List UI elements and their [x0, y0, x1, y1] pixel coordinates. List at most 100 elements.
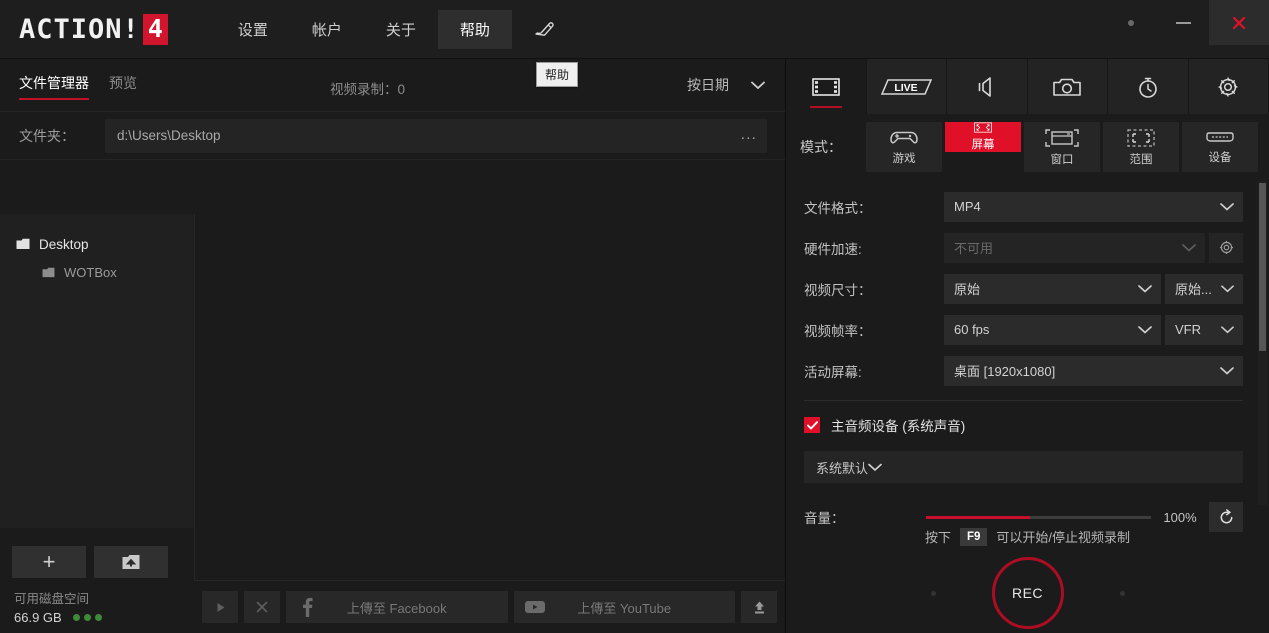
framerate-mode-select[interactable]: VFR: [1165, 315, 1243, 345]
audio-enable-checkbox[interactable]: [804, 417, 820, 433]
video-size-secondary-value: 原始...: [1175, 279, 1212, 298]
nav-settings[interactable]: 设置: [216, 10, 290, 49]
folder-label: 文件夹：: [19, 126, 97, 146]
mode-screen-label: 屏幕: [972, 136, 995, 152]
audio-section: 主音频设备 (系统声音) 系统默认 音量： 100%: [786, 401, 1269, 532]
tab-screenshot[interactable]: [1028, 59, 1109, 114]
folder-icon: [16, 238, 30, 250]
file-format-value: MP4: [954, 199, 981, 214]
tab-settings[interactable]: [1189, 59, 1269, 114]
recorder-settings-panel: LIVE: [785, 59, 1269, 633]
folder-browse-button[interactable]: ...: [741, 126, 757, 144]
minimize-icon: [1176, 22, 1191, 24]
close-icon: [255, 600, 269, 614]
setting-row-active-screen: 活动屏幕: 桌面 [1920x1080]: [804, 350, 1243, 391]
hotkey-hint-suffix: 可以开始/停止视频录制: [996, 527, 1130, 546]
minimize-button[interactable]: [1157, 0, 1209, 45]
video-size-value: 原始: [954, 279, 980, 298]
check-icon: [807, 421, 818, 430]
hardware-accel-settings-button[interactable]: [1209, 233, 1243, 263]
audio-enable-label: 主音频设备 (系统声音): [831, 415, 965, 435]
status-dot: [73, 614, 80, 621]
tab-live[interactable]: LIVE: [867, 59, 948, 114]
logo-text: ACTION!: [19, 14, 140, 45]
setting-row-video-size: 视频尺寸： 原始 原始...: [804, 268, 1243, 309]
tab-timer[interactable]: [1108, 59, 1189, 114]
camera-icon: [1052, 75, 1082, 99]
tab-file-manager[interactable]: 文件管理器: [19, 73, 89, 97]
hotkey-key: F9: [960, 528, 987, 546]
mode-screen-button[interactable]: 屏幕: [945, 122, 1021, 152]
app-logo: ACTION! 4: [19, 12, 168, 46]
framerate-label: 视频帧率：: [804, 320, 944, 340]
main-nav: 设置 帐户 关于 帮助: [216, 9, 566, 49]
pen-icon[interactable]: [524, 13, 566, 45]
window-settings-dot-button[interactable]: [1105, 0, 1157, 45]
close-button[interactable]: [1209, 0, 1269, 45]
active-screen-select[interactable]: 桌面 [1920x1080]: [944, 356, 1243, 386]
film-icon: [811, 76, 841, 98]
tree-item-wotbox[interactable]: WOTBox: [0, 258, 194, 286]
setting-row-hardware-accel: 硬件加速: 不可用: [804, 227, 1243, 268]
open-folder-button[interactable]: [94, 546, 168, 578]
upload-youtube-button[interactable]: 上傳至 YouTube: [514, 591, 736, 623]
chevron-down-icon: [1221, 281, 1234, 296]
tree-item-desktop[interactable]: Desktop: [0, 230, 194, 258]
tab-preview[interactable]: 预览: [109, 73, 137, 97]
framerate-value: 60 fps: [954, 322, 989, 337]
delete-button[interactable]: [244, 591, 280, 623]
settings-scrollbar[interactable]: [1258, 181, 1267, 505]
file-list-area[interactable]: [194, 214, 785, 580]
record-button[interactable]: REC: [992, 557, 1064, 629]
mode-device-button[interactable]: 设备: [1182, 122, 1258, 172]
audio-device-select[interactable]: 系统默认: [804, 451, 1243, 483]
status-dot: [84, 614, 91, 621]
add-folder-button[interactable]: +: [12, 546, 86, 578]
file-format-select[interactable]: MP4: [944, 192, 1243, 222]
hardware-accel-select: 不可用: [944, 233, 1205, 263]
framerate-mode-value: VFR: [1175, 322, 1201, 337]
framerate-select[interactable]: 60 fps: [944, 315, 1161, 345]
active-screen-value: 桌面 [1920x1080]: [954, 361, 1055, 380]
mode-window-button[interactable]: 窗口: [1024, 122, 1100, 172]
disk-status-dots: [73, 614, 102, 621]
tab-audio[interactable]: [947, 59, 1028, 114]
folder-tree: Desktop WOTBox: [0, 214, 194, 528]
tree-item-label: WOTBox: [64, 265, 117, 280]
tab-video[interactable]: [786, 59, 867, 114]
folder-path-input[interactable]: d:\Users\Desktop: [105, 119, 767, 153]
chevron-down-icon: [1220, 363, 1234, 378]
export-button[interactable]: [741, 591, 777, 623]
video-size-secondary-select[interactable]: 原始...: [1165, 274, 1243, 304]
recorder-tabs: LIVE: [786, 59, 1269, 114]
svg-text:LIVE: LIVE: [895, 82, 918, 94]
status-dot: [95, 614, 102, 621]
record-left-dot: [931, 591, 936, 596]
mode-game-button[interactable]: 游戏: [866, 122, 942, 172]
plus-icon: +: [43, 551, 56, 573]
hotkey-hint-prefix: 按下: [925, 527, 951, 546]
nav-help[interactable]: 帮助: [438, 10, 512, 49]
nav-about[interactable]: 关于: [364, 10, 438, 49]
chevron-down-icon: [1182, 240, 1196, 255]
upload-facebook-button[interactable]: 上傳至 Facebook: [286, 591, 508, 623]
sort-dropdown[interactable]: 按日期: [687, 75, 765, 95]
fullscreen-icon: [966, 122, 1000, 133]
nav-account[interactable]: 帐户: [290, 10, 364, 49]
mode-game-label: 游戏: [893, 150, 916, 166]
scrollbar-thumb[interactable]: [1259, 183, 1266, 351]
hardware-accel-label: 硬件加速:: [804, 238, 944, 258]
capture-mode-label: 模式：: [800, 137, 866, 157]
record-right-dot: [1120, 591, 1125, 596]
folder-icon: [42, 267, 55, 278]
folder-up-icon: [121, 553, 141, 571]
file-actions-bar: 上傳至 Facebook 上傳至 YouTube: [194, 580, 785, 633]
video-size-select[interactable]: 原始: [944, 274, 1161, 304]
disk-space-label: 可用磁盘空间: [14, 588, 102, 607]
play-button[interactable]: [202, 591, 238, 623]
mode-region-button[interactable]: 范围: [1103, 122, 1179, 172]
upload-youtube-label: 上傳至 YouTube: [556, 598, 736, 617]
setting-row-file-format: 文件格式： MP4: [804, 186, 1243, 227]
mode-window-label: 窗口: [1051, 151, 1074, 167]
logo-version-badge: 4: [143, 14, 168, 45]
